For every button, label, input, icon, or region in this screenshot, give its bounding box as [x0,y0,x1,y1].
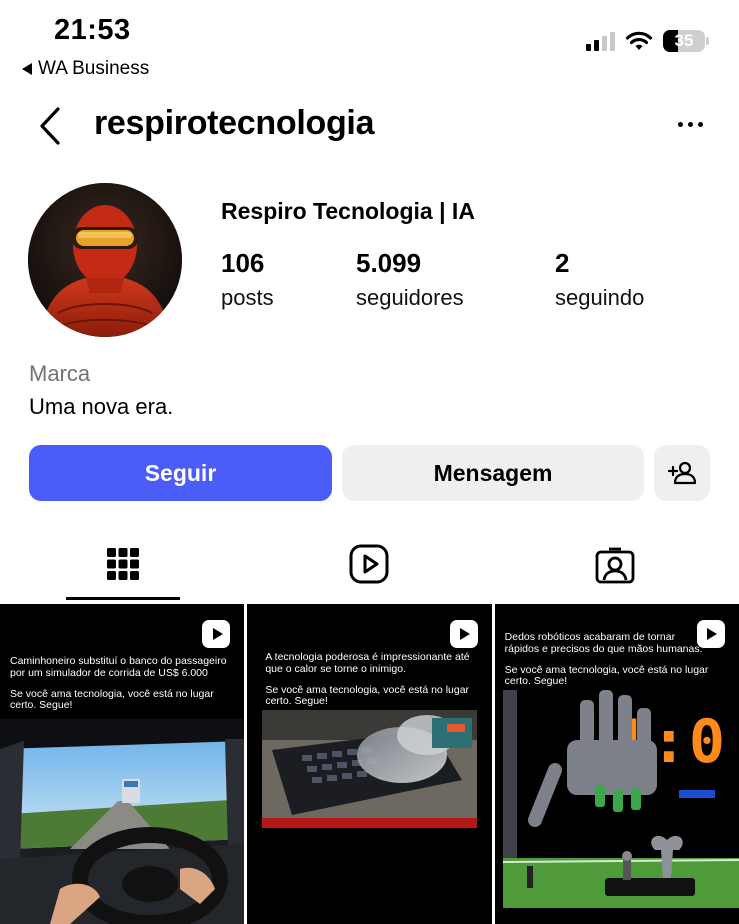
post-caption: Dedos robóticos acabaram de tornar rápid… [504,631,709,688]
post-caption-line: Dedos robóticos acabaram de tornar rápid… [504,631,703,655]
display-name: Respiro Tecnologia | IA [221,198,475,224]
profile-category: Marca [29,361,91,386]
post-caption-line: Se você ama tecnologia, você está no lug… [265,683,470,708]
overheating-laptop-image [262,710,478,828]
stat-posts[interactable]: 106 posts [221,248,274,311]
cellular-signal-icon [586,31,615,51]
active-tab-indicator [66,597,180,600]
stat-label: seguidores [356,285,464,310]
back-triangle-icon [22,63,32,75]
grid-icon [107,548,139,580]
stat-number: 106 [221,248,265,278]
stat-label: seguindo [555,285,645,310]
post-caption-line: Caminhoneiro substituí o banco do passag… [10,655,227,679]
status-time: 21:53 [54,14,131,46]
stat-followers[interactable]: 5.099 seguidores [356,248,464,311]
post-caption-line: Se você ama tecnologia, você está no lug… [504,663,709,688]
reel-play-icon [449,620,478,648]
stat-following[interactable]: 2 seguindo [555,248,644,311]
profile-username: respirotecnologia [94,104,375,142]
back-app-label: WA Business [38,58,150,79]
reels-icon [349,544,389,584]
add-user-icon [667,461,697,485]
tab-grid[interactable] [102,538,144,590]
suggest-user-button[interactable] [654,445,710,501]
post-caption: A tecnologia poderosa é impressionante a… [265,651,483,708]
more-horizontal-icon[interactable] [678,122,703,127]
follow-button[interactable]: Seguir [29,445,332,501]
stat-number: 2 [555,248,570,278]
post-caption: Caminhoneiro substituí o banco do passag… [10,655,236,712]
post-caption-line: A tecnologia poderosa é impressionante a… [265,651,470,675]
tab-reels[interactable] [348,538,390,590]
status-icons: 35 [586,30,709,52]
truck-cab-image [0,719,245,924]
avatar-image [28,183,182,337]
tagged-icon [595,547,635,584]
posts-grid: Caminhoneiro substituí o banco do passag… [0,604,739,924]
profile-bio: Uma nova era. [29,394,174,419]
battery-icon: 35 [663,30,705,52]
stat-label: posts [221,285,274,310]
reel-play-icon [202,620,231,648]
tab-tagged[interactable] [594,538,636,590]
back-to-app-link[interactable]: WA Business [22,58,149,80]
message-button[interactable]: Mensagem [342,445,644,501]
robotic-hand-image [502,690,739,908]
post-thumbnail[interactable]: Dedos robóticos acabaram de tornar rápid… [494,604,739,924]
post-caption-line: Se você ama tecnologia, você está no lug… [10,687,214,712]
stat-number: 5.099 [356,248,422,278]
post-thumbnail[interactable]: A tecnologia poderosa é impressionante a… [247,604,492,924]
chevron-left-icon[interactable] [36,106,66,146]
wifi-icon [625,31,653,50]
battery-level: 35 [674,31,694,50]
post-thumbnail[interactable]: Caminhoneiro substituí o banco do passag… [0,604,245,924]
avatar[interactable] [28,183,182,337]
